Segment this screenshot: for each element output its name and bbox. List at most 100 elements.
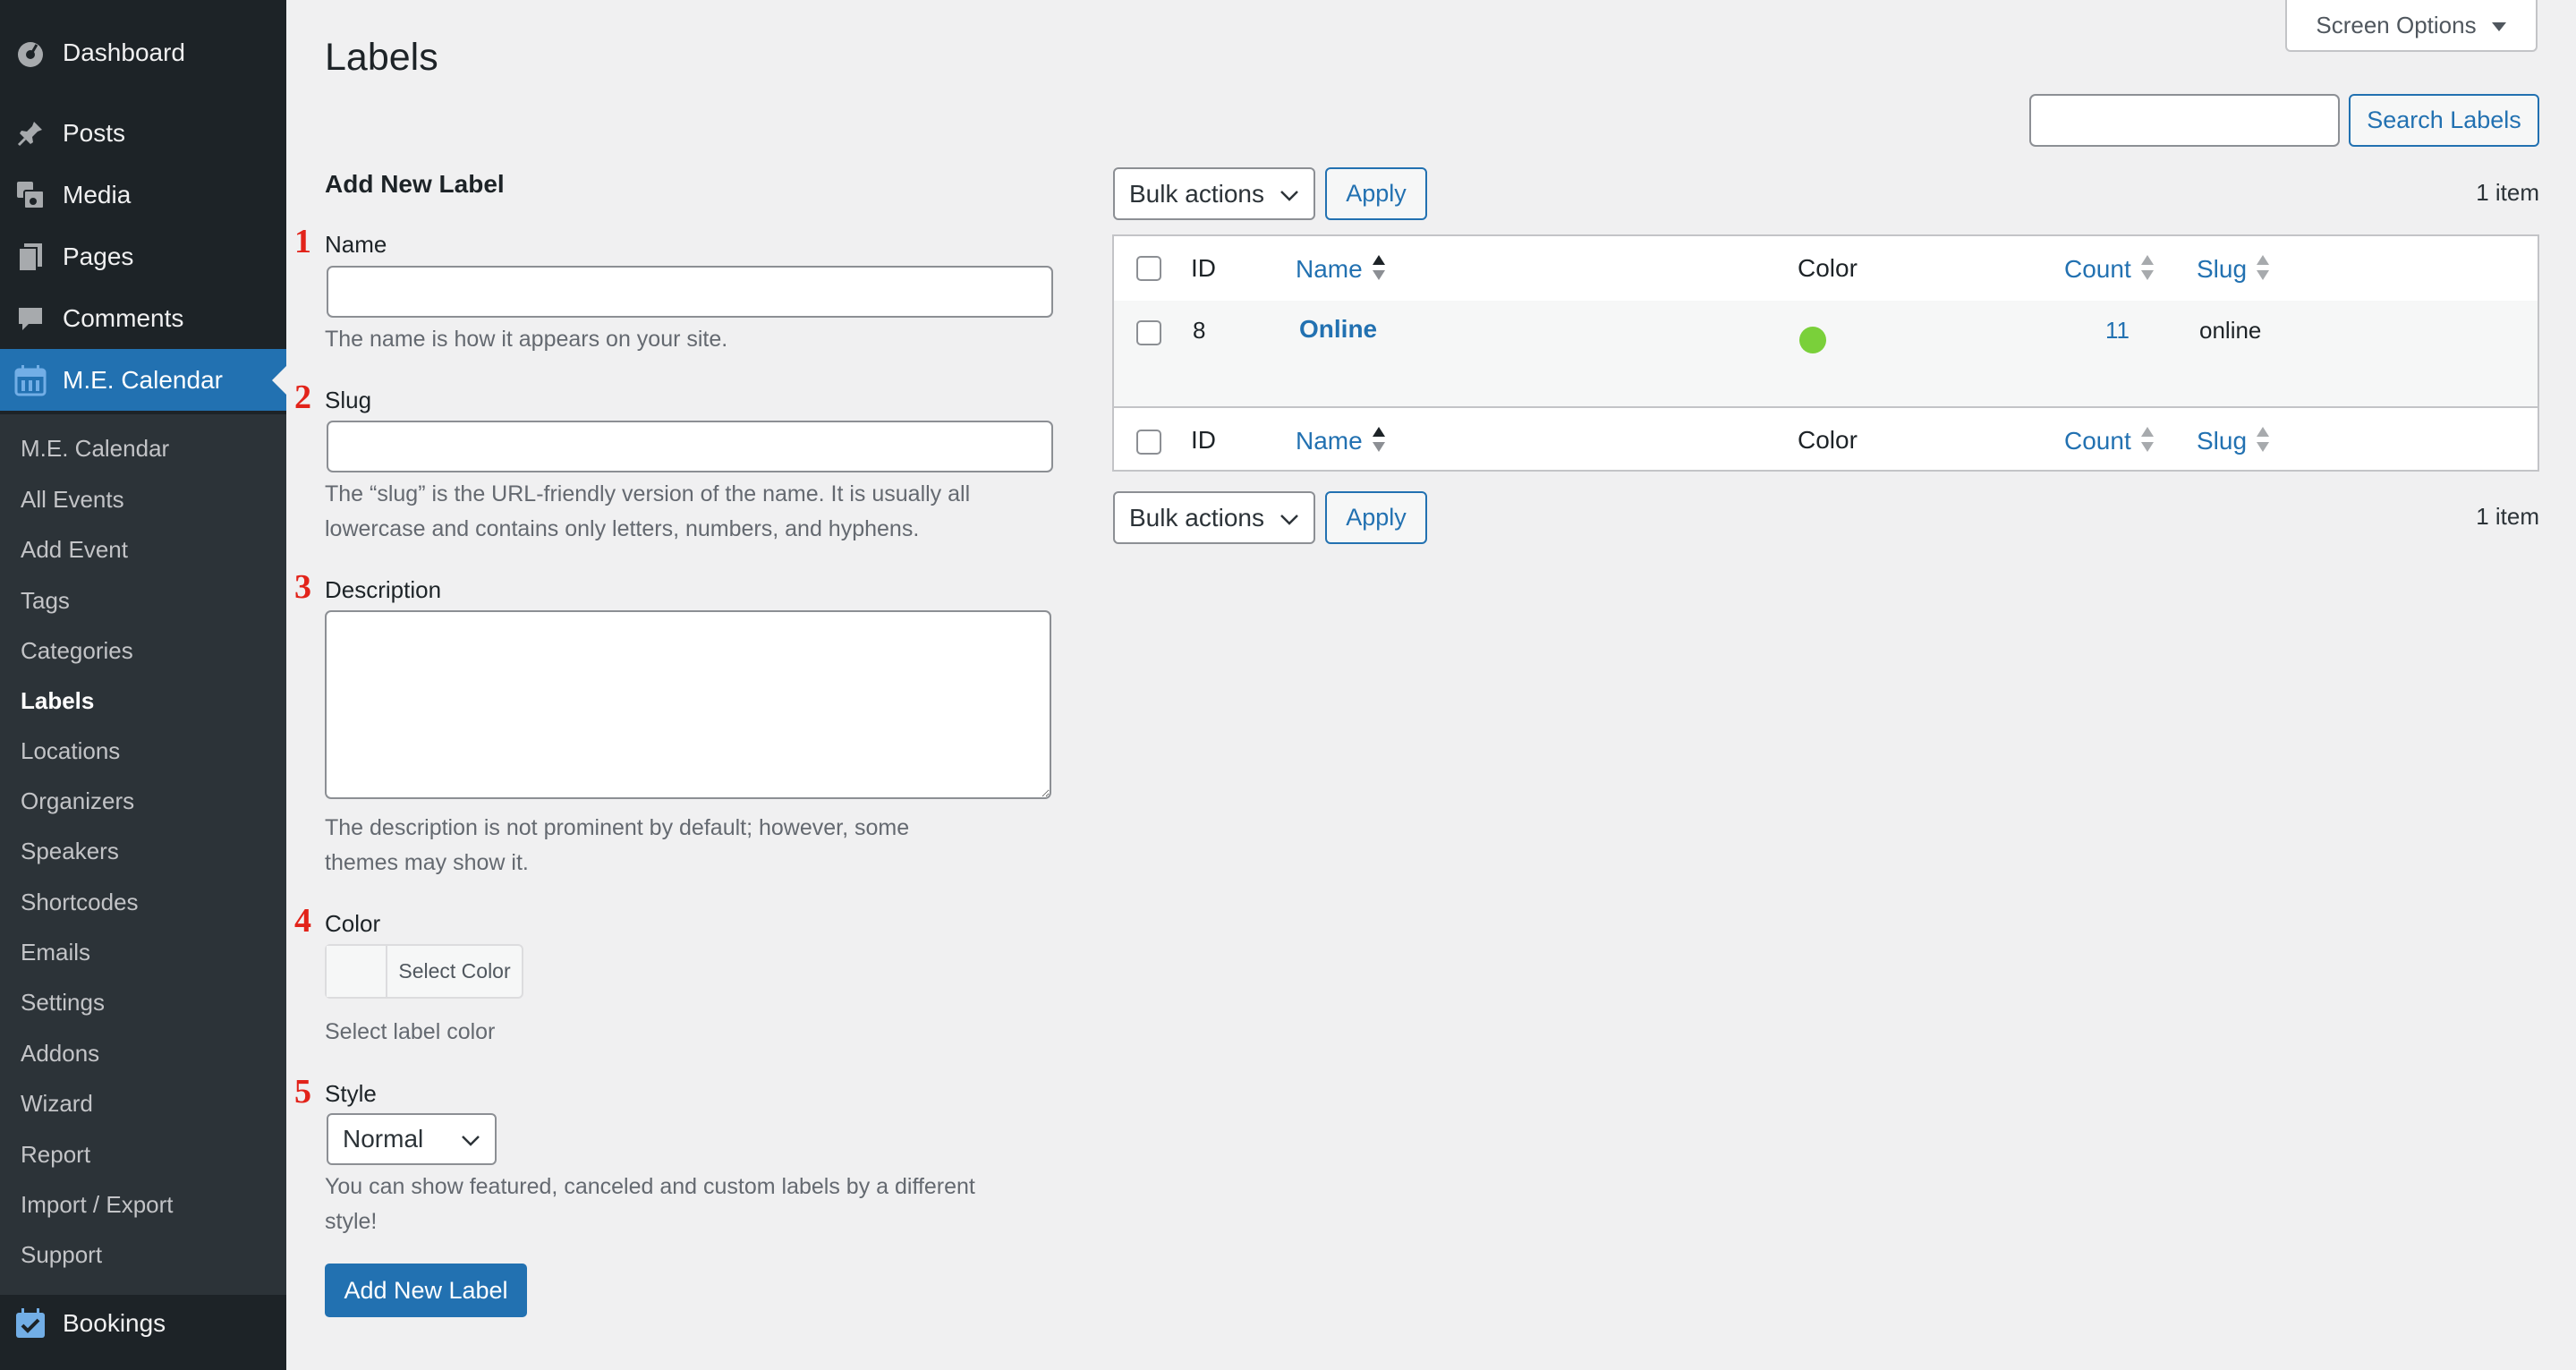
slug-help-line-2: lowercase and contains only letters, num… (325, 516, 920, 541)
color-picker-button[interactable]: Select Color (325, 944, 523, 999)
submenu-organizers[interactable]: Organizers (21, 783, 134, 819)
bulk-actions-select-top[interactable]: Bulk actions (1113, 167, 1315, 220)
style-select[interactable]: Normal (327, 1113, 497, 1165)
color-help: Select label color (325, 1019, 496, 1044)
description-textarea[interactable] (325, 610, 1051, 799)
table-footer-row: ID Name Color Count Slug (1114, 406, 2538, 472)
screen-options-button[interactable]: Screen Options (2285, 0, 2538, 52)
submenu-tags[interactable]: Tags (21, 583, 70, 618)
bulk-actions-label: Bulk actions (1129, 503, 1264, 532)
apply-button-top[interactable]: Apply (1325, 167, 1427, 220)
menu-dashboard[interactable]: Dashboard (0, 21, 286, 83)
step-marker: 4 (294, 902, 311, 940)
pushpin-icon (14, 117, 47, 149)
row-color-dot (1798, 326, 1827, 361)
description-label: Description (325, 576, 442, 603)
slug-help-line-1: The “slug” is the URL-friendly version o… (325, 481, 971, 506)
chevron-down-icon (461, 1125, 480, 1153)
sort-icon (2140, 426, 2155, 459)
slug-label: Slug (325, 387, 372, 413)
description-help-line-1: The description is not prominent by defa… (325, 815, 910, 840)
submenu-me-calendar[interactable]: M.E. Calendar (21, 430, 169, 466)
bulk-actions-select-bottom[interactable]: Bulk actions (1113, 491, 1315, 544)
menu-comments[interactable]: Comments (0, 287, 286, 349)
select-color-label: Select Color (398, 959, 511, 983)
style-label: Style (325, 1080, 377, 1107)
apply-button-bottom[interactable]: Apply (1325, 491, 1427, 544)
table-row: 8 Online 11 online (1114, 301, 2538, 406)
menu-label: Media (63, 180, 132, 208)
sort-icon (2256, 254, 2270, 287)
menu-bookings[interactable]: Bookings (0, 1292, 286, 1354)
menu-media[interactable]: Media (0, 164, 286, 225)
items-count-top: 1 item (2476, 179, 2539, 206)
bulk-actions-label: Bulk actions (1129, 179, 1264, 208)
slug-field[interactable] (327, 421, 1053, 472)
sort-icon (2140, 254, 2155, 287)
color-label: Color (325, 910, 381, 937)
submenu-support[interactable]: Support (21, 1237, 102, 1272)
menu-label: Posts (63, 118, 126, 147)
description-help-line-2: themes may show it. (325, 850, 529, 875)
row-checkbox[interactable] (1136, 320, 1161, 345)
row-name-link[interactable]: Online (1299, 315, 1377, 344)
column-header-count[interactable]: Count (2064, 254, 2155, 287)
color-swatch[interactable] (327, 946, 387, 997)
column-header-count-label: Count (2064, 254, 2131, 283)
search-labels-input[interactable] (2029, 94, 2340, 147)
column-footer-name-label: Name (1296, 426, 1363, 455)
submenu-categories[interactable]: Categories (21, 633, 133, 668)
submenu-settings[interactable]: Settings (21, 984, 105, 1020)
table-header-row: ID Name Color Count Slug (1114, 236, 2538, 302)
submenu-shortcodes[interactable]: Shortcodes (21, 884, 139, 920)
menu-me-calendar[interactable]: M.E. Calendar (0, 349, 286, 411)
submenu-speakers[interactable]: Speakers (21, 833, 119, 869)
caret-down-icon (2491, 12, 2507, 39)
submenu-wizard[interactable]: Wizard (21, 1085, 93, 1121)
menu-label: Pages (63, 242, 134, 270)
column-footer-name[interactable]: Name (1296, 426, 1386, 459)
name-help: The name is how it appears on your site. (325, 327, 728, 352)
select-all-checkbox[interactable] (1136, 256, 1161, 281)
bookings-icon (14, 1307, 47, 1340)
dashboard-icon (14, 37, 47, 69)
submenu-all-events[interactable]: All Events (21, 481, 124, 517)
submenu-report[interactable]: Report (21, 1136, 90, 1172)
column-footer-id: ID (1191, 426, 1216, 454)
submenu-add-event[interactable]: Add Event (21, 532, 128, 567)
style-help-line-2: style! (325, 1209, 378, 1234)
select-all-checkbox-bottom[interactable] (1136, 430, 1161, 455)
step-marker: 5 (294, 1073, 311, 1110)
items-count-bottom: 1 item (2476, 503, 2539, 530)
submenu-emails[interactable]: Emails (21, 934, 90, 970)
menu-label: M.E. Calendar (63, 365, 223, 394)
submenu-import-export[interactable]: Import / Export (21, 1187, 174, 1222)
chevron-down-icon (1279, 180, 1299, 208)
comment-icon (14, 302, 47, 335)
search-labels-button[interactable]: Search Labels (2349, 94, 2539, 147)
row-slug: online (2199, 317, 2262, 344)
page-title: Labels (325, 36, 438, 79)
calendar-icon (14, 364, 47, 396)
column-header-name-label: Name (1296, 254, 1363, 283)
name-field[interactable] (327, 266, 1053, 318)
sort-asc-icon (1372, 254, 1386, 287)
add-new-label-button[interactable]: Add New Label (325, 1264, 527, 1317)
column-footer-color: Color (1798, 426, 1858, 454)
column-footer-slug-label: Slug (2197, 426, 2248, 455)
row-count-link[interactable]: 11 (2105, 317, 2130, 345)
menu-label: Bookings (63, 1308, 166, 1337)
column-header-color: Color (1798, 254, 1858, 282)
submenu-locations[interactable]: Locations (21, 733, 120, 769)
row-id: 8 (1193, 317, 1206, 344)
menu-pages[interactable]: Pages (0, 225, 286, 287)
column-footer-count[interactable]: Count (2064, 426, 2155, 459)
column-footer-slug[interactable]: Slug (2197, 426, 2270, 459)
submenu-labels[interactable]: Labels (21, 683, 94, 719)
sort-icon (2256, 426, 2270, 459)
submenu-addons[interactable]: Addons (21, 1035, 99, 1071)
column-header-name[interactable]: Name (1296, 254, 1386, 287)
menu-posts[interactable]: Posts (0, 102, 286, 164)
column-header-slug[interactable]: Slug (2197, 254, 2270, 287)
step-marker: 2 (294, 379, 311, 416)
